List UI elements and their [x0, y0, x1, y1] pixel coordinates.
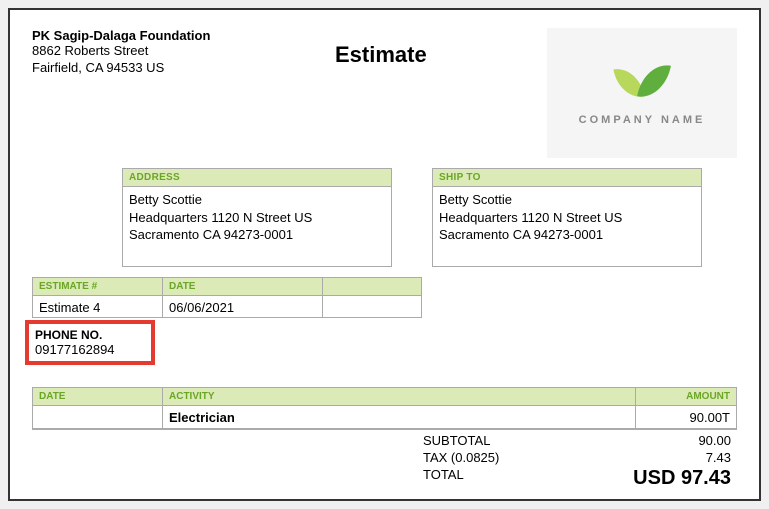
company-city: Fairfield, CA 94533 US [32, 60, 232, 77]
logo-text: COMPANY NAME [579, 114, 706, 126]
logo-box: COMPANY NAME [547, 28, 737, 158]
line-activity: Electrician [163, 406, 636, 428]
estimate-blank-value [323, 296, 421, 318]
phone-block-highlighted: PHONE NO. 09177162894 [25, 320, 155, 365]
totals-block: SUBTOTAL 90.00 TAX (0.0825) 7.43 TOTAL U… [32, 432, 737, 491]
estimate-meta-row: ESTIMATE # Estimate 4 DATE 06/06/2021 [32, 277, 422, 318]
company-name: PK Sagip-Dalaga Foundation [32, 28, 232, 43]
shipto-name: Betty Scottie [439, 191, 695, 209]
col-amount-header: AMOUNT [636, 388, 736, 405]
address-name: Betty Scottie [129, 191, 385, 209]
table-row: Electrician 90.00T [33, 406, 736, 429]
line-items-header-row: DATE ACTIVITY AMOUNT [33, 388, 736, 406]
col-activity-header: ACTIVITY [163, 388, 636, 405]
estimate-blank-header [323, 278, 421, 296]
line-items-table: DATE ACTIVITY AMOUNT Electrician 90.00T [32, 387, 737, 430]
company-block: PK Sagip-Dalaga Foundation 8862 Roberts … [32, 28, 232, 77]
document-title: Estimate [335, 42, 427, 68]
address-body: Betty Scottie Headquarters 1120 N Street… [123, 187, 391, 266]
shipto-block: SHIP TO Betty Scottie Headquarters 1120 … [432, 168, 702, 267]
estimate-number-col: ESTIMATE # Estimate 4 [33, 278, 163, 318]
estimate-date-header: DATE [163, 278, 322, 296]
subtotal-row: SUBTOTAL 90.00 [417, 432, 737, 449]
total-label: TOTAL [423, 467, 464, 490]
total-value: USD 97.43 [633, 467, 731, 490]
total-row: TOTAL USD 97.43 [417, 466, 737, 491]
shipto-line2: Sacramento CA 94273-0001 [439, 226, 695, 244]
address-block: ADDRESS Betty Scottie Headquarters 1120 … [122, 168, 392, 267]
address-line1: Headquarters 1120 N Street US [129, 209, 385, 227]
estimate-date-col: DATE 06/06/2021 [163, 278, 323, 318]
line-date [33, 406, 163, 428]
subtotal-label: SUBTOTAL [423, 433, 490, 448]
phone-label: PHONE NO. [35, 328, 145, 342]
col-date-header: DATE [33, 388, 163, 405]
leaf-logo-icon [612, 61, 672, 106]
shipto-body: Betty Scottie Headquarters 1120 N Street… [433, 187, 701, 266]
address-row: ADDRESS Betty Scottie Headquarters 1120 … [122, 168, 737, 267]
estimate-number-value: Estimate 4 [33, 296, 162, 318]
shipto-header: SHIP TO [433, 169, 701, 187]
address-line2: Sacramento CA 94273-0001 [129, 226, 385, 244]
tax-row: TAX (0.0825) 7.43 [417, 449, 737, 466]
estimate-date-value: 06/06/2021 [163, 296, 322, 318]
company-street: 8862 Roberts Street [32, 43, 232, 60]
estimate-document: PK Sagip-Dalaga Foundation 8862 Roberts … [8, 8, 761, 501]
estimate-blank-col [323, 278, 422, 318]
line-amount: 90.00T [636, 406, 736, 428]
tax-value: 7.43 [706, 450, 731, 465]
shipto-line1: Headquarters 1120 N Street US [439, 209, 695, 227]
estimate-number-header: ESTIMATE # [33, 278, 162, 296]
tax-label: TAX (0.0825) [423, 450, 499, 465]
phone-value: 09177162894 [35, 342, 145, 357]
subtotal-value: 90.00 [698, 433, 731, 448]
address-header: ADDRESS [123, 169, 391, 187]
